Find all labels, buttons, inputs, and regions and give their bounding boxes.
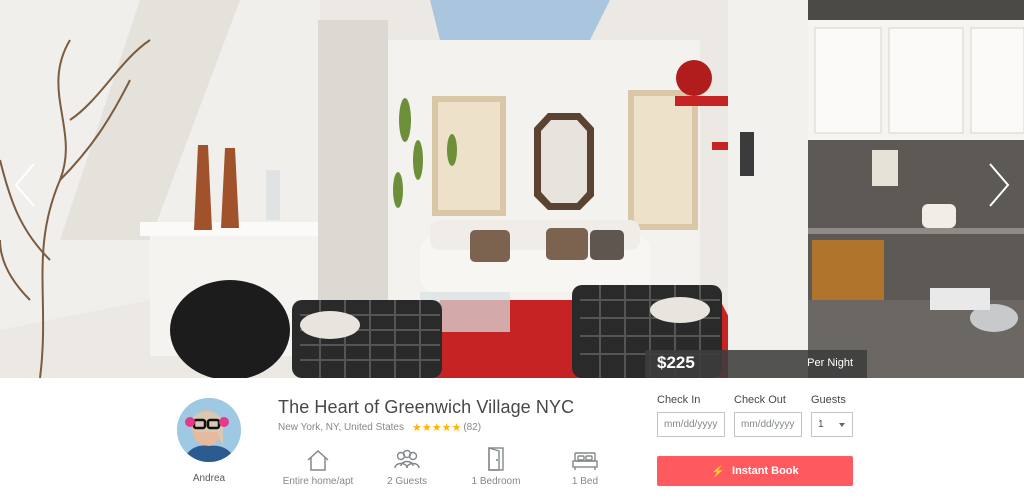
amenity-label: 1 Bedroom [471,476,521,487]
next-photo-button[interactable] [976,160,1016,210]
price-bar: $225 Per Night [645,350,867,378]
bed-icon [572,452,598,470]
check-in-label: Check In [657,394,701,406]
chevron-left-icon [14,163,35,207]
previous-photo-button[interactable] [8,160,48,210]
check-out-label: Check Out [734,394,786,406]
price-amount: $225 [657,353,695,372]
rating-stars: ★★★★★ [412,422,462,434]
amenity-label: 2 Guests [386,476,428,487]
living-room-photo [0,0,1024,378]
lightning-icon: ⚡ [711,465,726,478]
guests-select[interactable]: 1 [811,412,853,437]
host-photo [177,398,241,462]
check-out-input[interactable]: mm/dd/yyyy [734,412,802,437]
guests-value: 1 [818,419,824,430]
check-in-input[interactable]: mm/dd/yyyy [657,412,725,437]
amenity-beds: 1 Bed [540,446,630,487]
amenity-label: Entire home/apt [282,476,354,487]
amenity-label: 1 Bed [571,476,599,487]
listing-location[interactable]: New York, NY, United States [278,422,404,433]
review-count[interactable]: (82) [463,422,481,433]
price-unit: Per Night [807,357,853,369]
host-name[interactable]: Andrea [177,473,241,484]
home-icon [307,449,329,471]
guests-label: Guests [811,394,846,406]
amenity-room-type: Entire home/apt [273,446,363,487]
door-icon [488,447,504,471]
listing-photo[interactable]: $225 Per Night [0,0,1024,378]
guests-icon [394,449,420,469]
instant-book-button[interactable]: ⚡ Instant Book [657,456,853,486]
amenity-guests: 2 Guests [362,446,452,487]
chevron-right-icon [989,163,1010,207]
amenity-bedrooms: 1 Bedroom [451,446,541,487]
listing-page: $225 Per Night Andrea The Heart of Green… [0,0,1024,500]
location-row: New York, NY, United States ★★★★★ (82) [278,421,481,434]
chevron-down-icon [839,423,845,427]
listing-title: The Heart of Greenwich Village NYC [278,397,575,417]
instant-book-label: Instant Book [732,465,799,477]
host-avatar[interactable] [177,398,241,462]
